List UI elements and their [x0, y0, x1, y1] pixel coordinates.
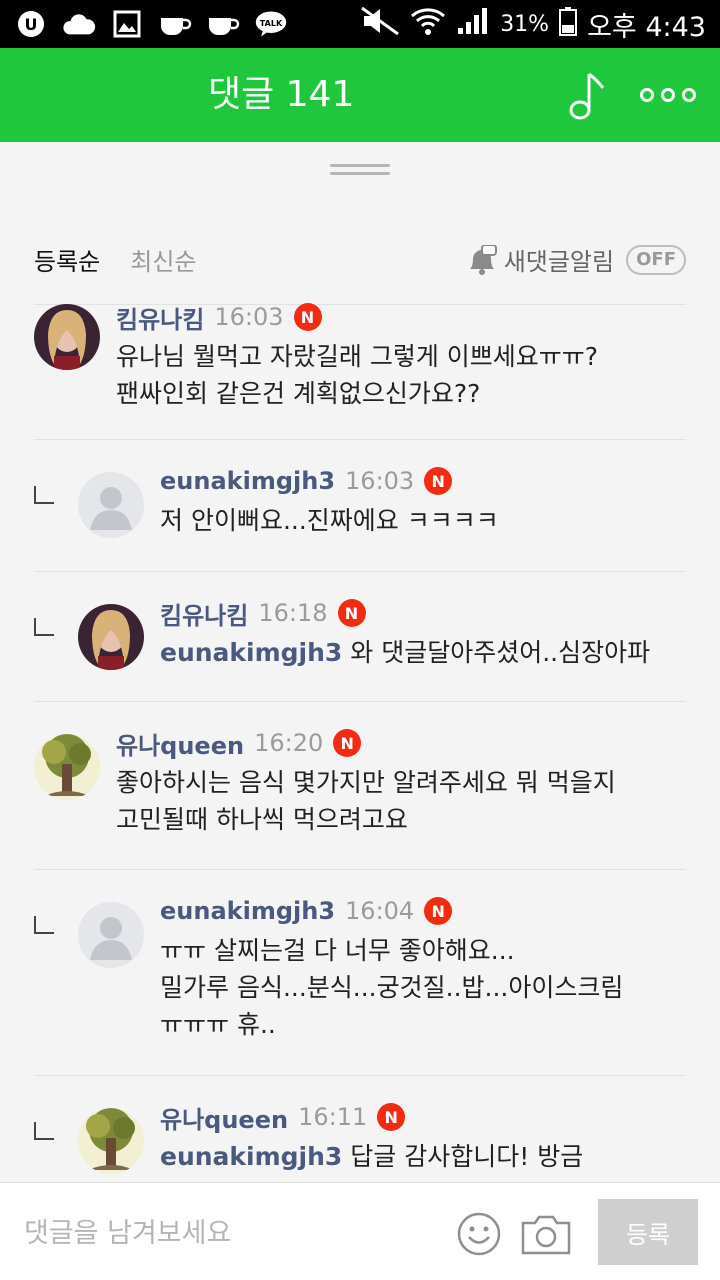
avatar[interactable] — [78, 472, 144, 538]
new-badge: N — [333, 729, 362, 757]
bell-chat-icon — [469, 244, 497, 275]
comment-meta: eunakimgjh3 16:04 N — [160, 894, 453, 928]
camera-icon — [521, 1215, 571, 1255]
comment-item: 유나queen 16:20 N 좋아하시는 음식 몇가지만 알려주세요 뭐 먹을… — [0, 702, 720, 870]
comment-item: 킴유나킴 16:03 N 유나님 뭘먹고 자랐길래 그렇게 이쁘세요ㅠㅠ? 팬싸… — [0, 303, 720, 440]
battery-percent: 31% — [500, 11, 550, 37]
comment-author[interactable]: eunakimgjh3 — [160, 467, 335, 495]
comment-text: 저 안이뻐요...진짜에요 ㅋㅋㅋㅋ — [160, 502, 499, 539]
clock: 오후 4:43 — [587, 11, 706, 43]
new-comment-notification[interactable]: 새댓글알림 OFF — [466, 242, 686, 277]
more-dot-icon — [640, 88, 654, 102]
emoji-button[interactable] — [456, 1211, 502, 1257]
reply-item: eunakimgjh3 16:04 N ㅠㅠ 살찌는걸 다 너무 좋아해요...… — [0, 870, 720, 1076]
sort-tabs: 등록순 최신순 — [34, 242, 197, 277]
reply-indicator-icon — [34, 486, 54, 504]
new-badge: N — [424, 467, 453, 495]
comment-text: eunakimgjh3 답글 감사합니다! 방금 — [160, 1138, 583, 1175]
comment-line: 저 안이뻐요...진짜에요 ㅋㅋㅋㅋ — [160, 506, 499, 535]
comment-input[interactable] — [24, 1211, 424, 1255]
kakaotalk-icon: TALK — [254, 9, 288, 39]
tab-registration-order[interactable]: 등록순 — [34, 242, 100, 277]
comment-line: 밀가루 음식...분식...궁것질..밥...아이스크림 — [160, 973, 624, 1002]
avatar[interactable] — [34, 734, 100, 800]
cloud-icon — [62, 9, 96, 39]
new-badge: N — [377, 1103, 406, 1131]
comment-line: 답글 감사합니다! 방금 — [350, 1142, 584, 1171]
svg-text:TALK: TALK — [260, 19, 283, 28]
comment-time: 16:04 — [345, 897, 415, 925]
notification-label: 새댓글알림 — [503, 248, 615, 276]
comment-time: 16:03 — [214, 303, 284, 331]
comment-line: ㅠㅠ 살찌는걸 다 너무 좋아해요... — [160, 936, 515, 965]
status-system-icons: 31% 오후 4:43 — [360, 4, 706, 44]
reply-indicator-icon — [34, 916, 54, 934]
comment-meta: 유나queen 16:11 N — [160, 1100, 406, 1135]
comment-time: 16:11 — [298, 1103, 368, 1131]
comment-line: ㅠㅠㅠ 휴.. — [160, 1010, 276, 1039]
avatar[interactable] — [34, 304, 100, 370]
reply-indicator-icon — [34, 1122, 54, 1140]
tab-latest-order[interactable]: 최신순 — [130, 242, 196, 277]
comment-author[interactable]: 킴유나킴 — [160, 596, 248, 631]
new-badge: N — [293, 303, 322, 331]
comment-meta: 유나queen 16:20 N — [116, 726, 362, 761]
music-button[interactable] — [564, 70, 614, 122]
cup-icon — [158, 9, 192, 39]
app-header: 댓글 141 — [0, 48, 720, 142]
signal-icon — [456, 6, 490, 43]
comment-text: ㅠㅠ 살찌는걸 다 너무 좋아해요... 밀가루 음식...분식...궁것질..… — [160, 932, 623, 1043]
wifi-icon — [410, 6, 446, 43]
avatar[interactable] — [78, 902, 144, 968]
u-plus-icon: U — [14, 9, 48, 39]
comment-author[interactable]: 유나queen — [116, 726, 244, 761]
comment-line: 유나님 뭘먹고 자랐길래 그렇게 이쁘세요ㅠㅠ? — [116, 342, 599, 371]
comment-line: 와 댓글달아주셨어..심장아파 — [350, 638, 651, 667]
comment-author[interactable]: eunakimgjh3 — [160, 897, 335, 925]
status-bar: U TALK 31% 오후 4:43 — [0, 0, 720, 48]
avatar[interactable] — [78, 1108, 144, 1174]
drag-handle[interactable] — [330, 164, 390, 176]
more-dot-icon — [661, 88, 675, 102]
camera-button[interactable] — [520, 1213, 572, 1255]
mention-link[interactable]: eunakimgjh3 — [160, 1142, 342, 1171]
comment-author[interactable]: 킴유나킴 — [116, 300, 204, 335]
reply-item: 유나queen 16:11 N eunakimgjh3 답글 감사합니다! 방금 — [0, 1076, 720, 1182]
mention-link[interactable]: eunakimgjh3 — [160, 638, 342, 667]
status-notification-icons: U TALK — [14, 6, 288, 42]
svg-text:U: U — [25, 15, 38, 34]
reply-item: 킴유나킴 16:18 N eunakimgjh3 와 댓글달아주셨어..심장아파 — [0, 572, 720, 702]
comment-author[interactable]: 유나queen — [160, 1100, 288, 1135]
submit-button[interactable]: 등록 — [598, 1199, 698, 1265]
mute-icon — [360, 6, 400, 43]
reply-indicator-icon — [34, 618, 54, 636]
comment-meta: 킴유나킴 16:18 N — [160, 596, 366, 630]
reply-item: eunakimgjh3 16:03 N 저 안이뻐요...진짜에요 ㅋㅋㅋㅋ — [0, 440, 720, 572]
battery-icon — [559, 6, 578, 43]
comment-text: 유나님 뭘먹고 자랐길래 그렇게 이쁘세요ㅠㅠ? 팬싸인회 같은건 계획없으신가… — [116, 338, 598, 412]
cup-icon — [206, 9, 240, 39]
new-badge: N — [424, 897, 453, 925]
more-options-button[interactable] — [640, 78, 696, 112]
comment-meta: eunakimgjh3 16:03 N — [160, 464, 453, 498]
new-badge: N — [337, 599, 366, 627]
comment-line: 좋아하시는 음식 몇가지만 알려주세요 뭐 먹을지 — [116, 768, 616, 797]
avatar[interactable] — [78, 604, 144, 670]
comments-sheet: 등록순 최신순 새댓글알림 OFF 킴유나킴 16:03 N 유나님 뭘먹고 자… — [0, 142, 720, 1182]
notification-toggle[interactable]: OFF — [626, 244, 686, 275]
smiley-icon — [457, 1212, 501, 1256]
comment-text: eunakimgjh3 와 댓글달아주셨어..심장아파 — [160, 634, 650, 671]
comment-line: 팬싸인회 같은건 계획없으신가요?? — [116, 379, 481, 408]
comment-time: 16:20 — [254, 729, 324, 757]
comment-time: 16:18 — [258, 599, 328, 627]
more-dot-icon — [682, 88, 696, 102]
comment-line: 고민될때 하나씩 먹으려고요 — [116, 805, 408, 834]
gallery-icon — [110, 9, 144, 39]
music-note-icon — [569, 72, 605, 120]
comment-text: 좋아하시는 음식 몇가지만 알려주세요 뭐 먹을지 고민될때 하나씩 먹으려고요 — [116, 764, 616, 838]
comment-meta: 킴유나킴 16:03 N — [116, 300, 322, 334]
comment-time: 16:03 — [345, 467, 415, 495]
comment-input-bar: 등록 — [0, 1182, 720, 1280]
page-title: 댓글 141 — [208, 74, 355, 115]
